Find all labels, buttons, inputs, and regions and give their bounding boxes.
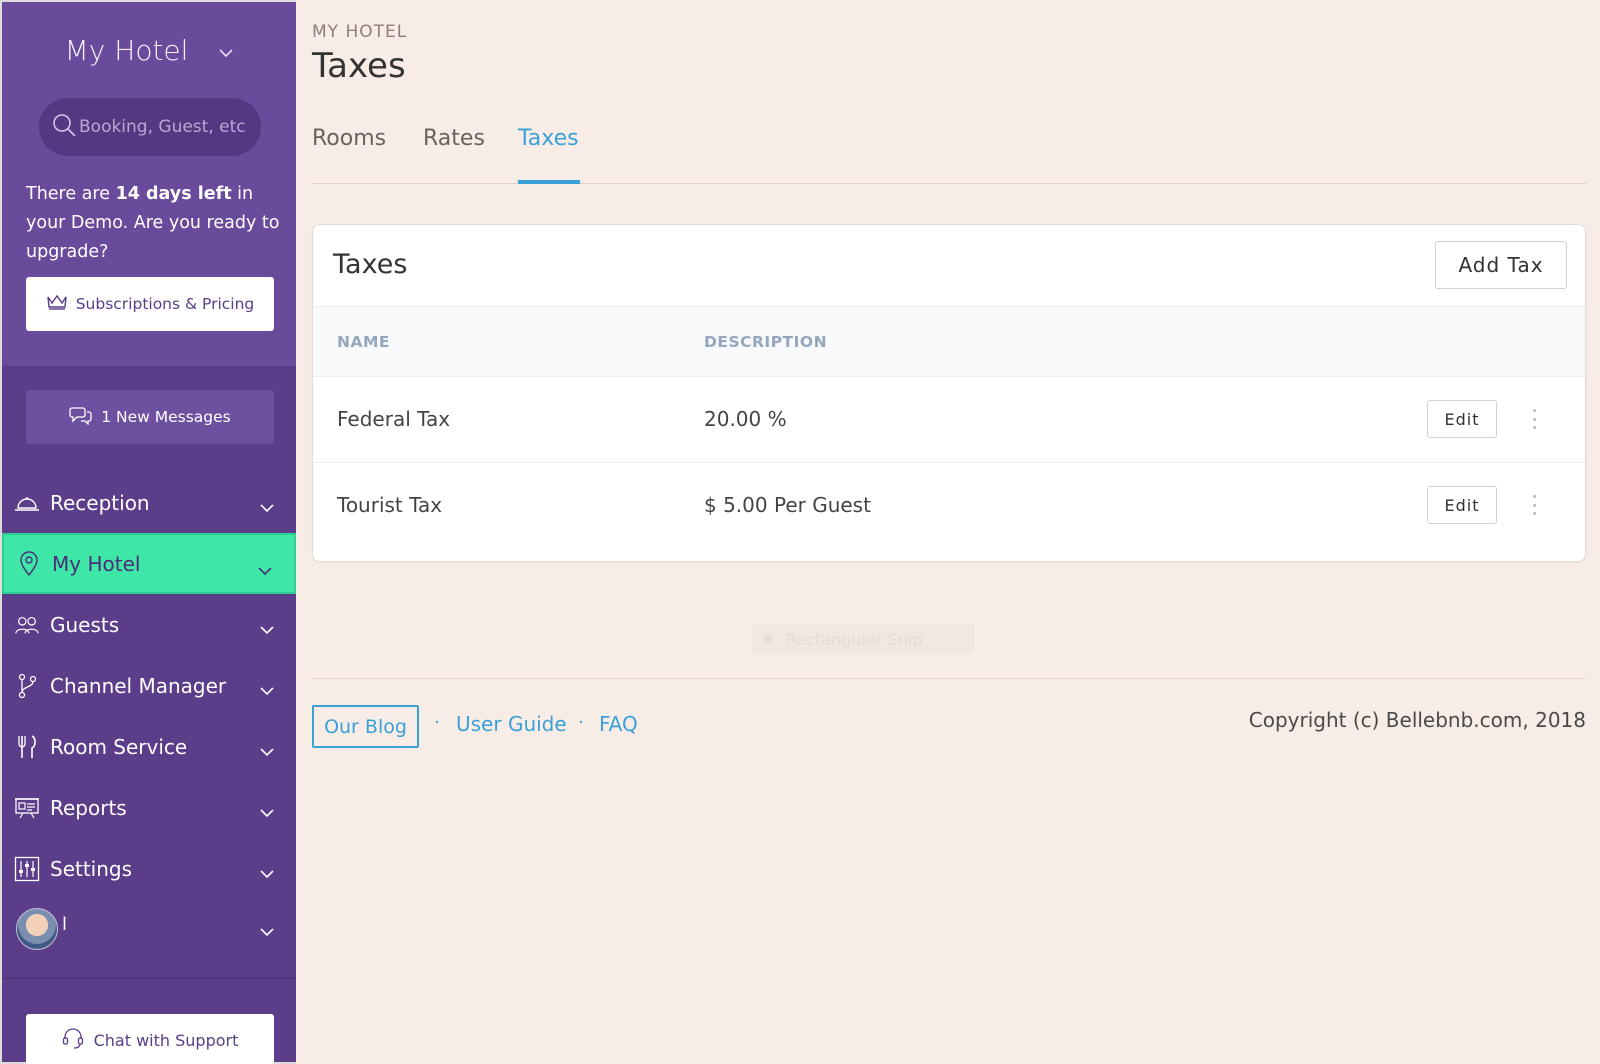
sidebar-item-reception[interactable]: Reception [2, 472, 296, 533]
tax-name: Tourist Tax [337, 493, 443, 517]
table-header: NAME DESCRIPTION [313, 307, 1585, 377]
chat-with-support-button[interactable]: Chat with Support [26, 1014, 274, 1064]
breadcrumb: MY HOTEL [312, 22, 408, 42]
chevron-down-icon [260, 799, 274, 823]
sidebar-item-label: Reports [50, 795, 127, 820]
tax-description: $ 5.00 Per Guest [704, 493, 871, 517]
edit-button[interactable]: Edit [1427, 486, 1497, 524]
footer-separator: · [578, 712, 584, 733]
sidebar-item-room-service[interactable]: Room Service [2, 716, 296, 777]
footer-divider [312, 678, 1586, 679]
subscriptions-label: Subscriptions & Pricing [75, 295, 255, 313]
chevron-down-icon [260, 860, 274, 884]
footer-separator: · [434, 712, 440, 733]
sidebar-item-channel-manager[interactable]: Channel Manager [2, 655, 296, 716]
tab-taxes[interactable]: Taxes [518, 126, 580, 184]
sidebar-item-label: Settings [50, 856, 133, 881]
user-guide-link[interactable]: User Guide [456, 712, 567, 736]
messages-label: 1 New Messages [101, 408, 231, 426]
search-box[interactable] [39, 98, 261, 156]
users-icon [14, 612, 40, 638]
sidebar-item-my-hotel[interactable]: My Hotel [2, 533, 296, 594]
demo-days-left: 14 days left [115, 184, 232, 204]
user-name: l [62, 914, 68, 935]
chevron-down-icon [260, 494, 274, 518]
more-options-icon[interactable] [1531, 409, 1537, 429]
sidebar-nav: Reception My Hotel Guests Channel Manage… [2, 472, 296, 899]
search-icon [51, 112, 77, 142]
sidebar-item-reports[interactable]: Reports [2, 777, 296, 838]
sliders-icon [14, 856, 40, 882]
edit-button[interactable]: Edit [1427, 400, 1497, 438]
more-options-icon[interactable] [1531, 495, 1537, 515]
tab-bar: Rooms Rates Taxes [312, 122, 1586, 184]
chevron-down-icon [260, 677, 274, 701]
chevron-down-icon [219, 43, 233, 62]
snip-overlay-label: Rectangular Snip [786, 629, 923, 649]
hotel-switcher[interactable]: My Hotel [2, 34, 296, 67]
column-header-description: DESCRIPTION [704, 333, 828, 351]
card-title: Taxes [333, 249, 408, 280]
table-row: Federal Tax 20.00 % Edit [313, 377, 1585, 463]
sidebar: My Hotel There are 14 days left in your … [0, 0, 296, 1064]
snip-dot-icon [764, 635, 772, 643]
fork-knife-icon [14, 734, 40, 760]
subscriptions-pricing-button[interactable]: Subscriptions & Pricing [26, 277, 274, 331]
user-menu[interactable]: l [2, 900, 296, 960]
card-header: Taxes Add Tax [313, 225, 1585, 307]
presentation-icon [14, 795, 40, 821]
location-pin-icon [16, 550, 42, 577]
our-blog-button[interactable]: Our Blog [312, 705, 419, 748]
tax-name: Federal Tax [337, 407, 451, 431]
sidebar-item-label: My Hotel [52, 551, 141, 576]
copyright-text: Copyright (c) Bellebnb.com, 2018 [1248, 708, 1586, 732]
add-tax-button[interactable]: Add Tax [1435, 241, 1567, 289]
sidebar-item-label: Reception [50, 490, 150, 515]
chevron-down-icon [260, 616, 274, 640]
sidebar-item-label: Guests [50, 612, 120, 637]
column-header-name: NAME [337, 333, 390, 351]
sidebar-header: My Hotel There are 14 days left in your … [2, 2, 296, 366]
chevron-down-icon [260, 922, 274, 941]
chevron-down-icon [260, 738, 274, 762]
table-row: Tourist Tax $ 5.00 Per Guest Edit [313, 463, 1585, 549]
page-title: Taxes [312, 46, 406, 86]
new-messages-button[interactable]: 1 New Messages [26, 390, 274, 444]
sidebar-item-guests[interactable]: Guests [2, 594, 296, 655]
chevron-down-icon [258, 557, 272, 581]
tab-rooms[interactable]: Rooms [312, 126, 386, 184]
avatar [16, 908, 58, 950]
chat-label: Chat with Support [93, 1030, 239, 1050]
taxes-card: Taxes Add Tax NAME DESCRIPTION Federal T… [312, 224, 1586, 562]
hotel-name: My Hotel [64, 34, 189, 67]
headset-icon [62, 1027, 94, 1053]
crown-icon [46, 294, 76, 314]
sidebar-divider [2, 978, 296, 979]
bell-icon [14, 490, 40, 516]
faq-link[interactable]: FAQ [599, 712, 638, 736]
sidebar-item-label: Channel Manager [50, 673, 227, 698]
sidebar-item-settings[interactable]: Settings [2, 838, 296, 899]
demo-notice: There are 14 days left in your Demo. Are… [26, 180, 282, 267]
search-input[interactable] [79, 117, 261, 137]
sidebar-item-label: Room Service [50, 734, 188, 759]
chat-bubbles-icon [69, 405, 101, 429]
demo-text-prefix: There are [26, 184, 116, 204]
branch-icon [14, 673, 40, 699]
tax-description: 20.00 % [704, 407, 787, 431]
snip-overlay-ghost: Rectangular Snip [752, 624, 974, 654]
tab-rates[interactable]: Rates [423, 126, 485, 184]
